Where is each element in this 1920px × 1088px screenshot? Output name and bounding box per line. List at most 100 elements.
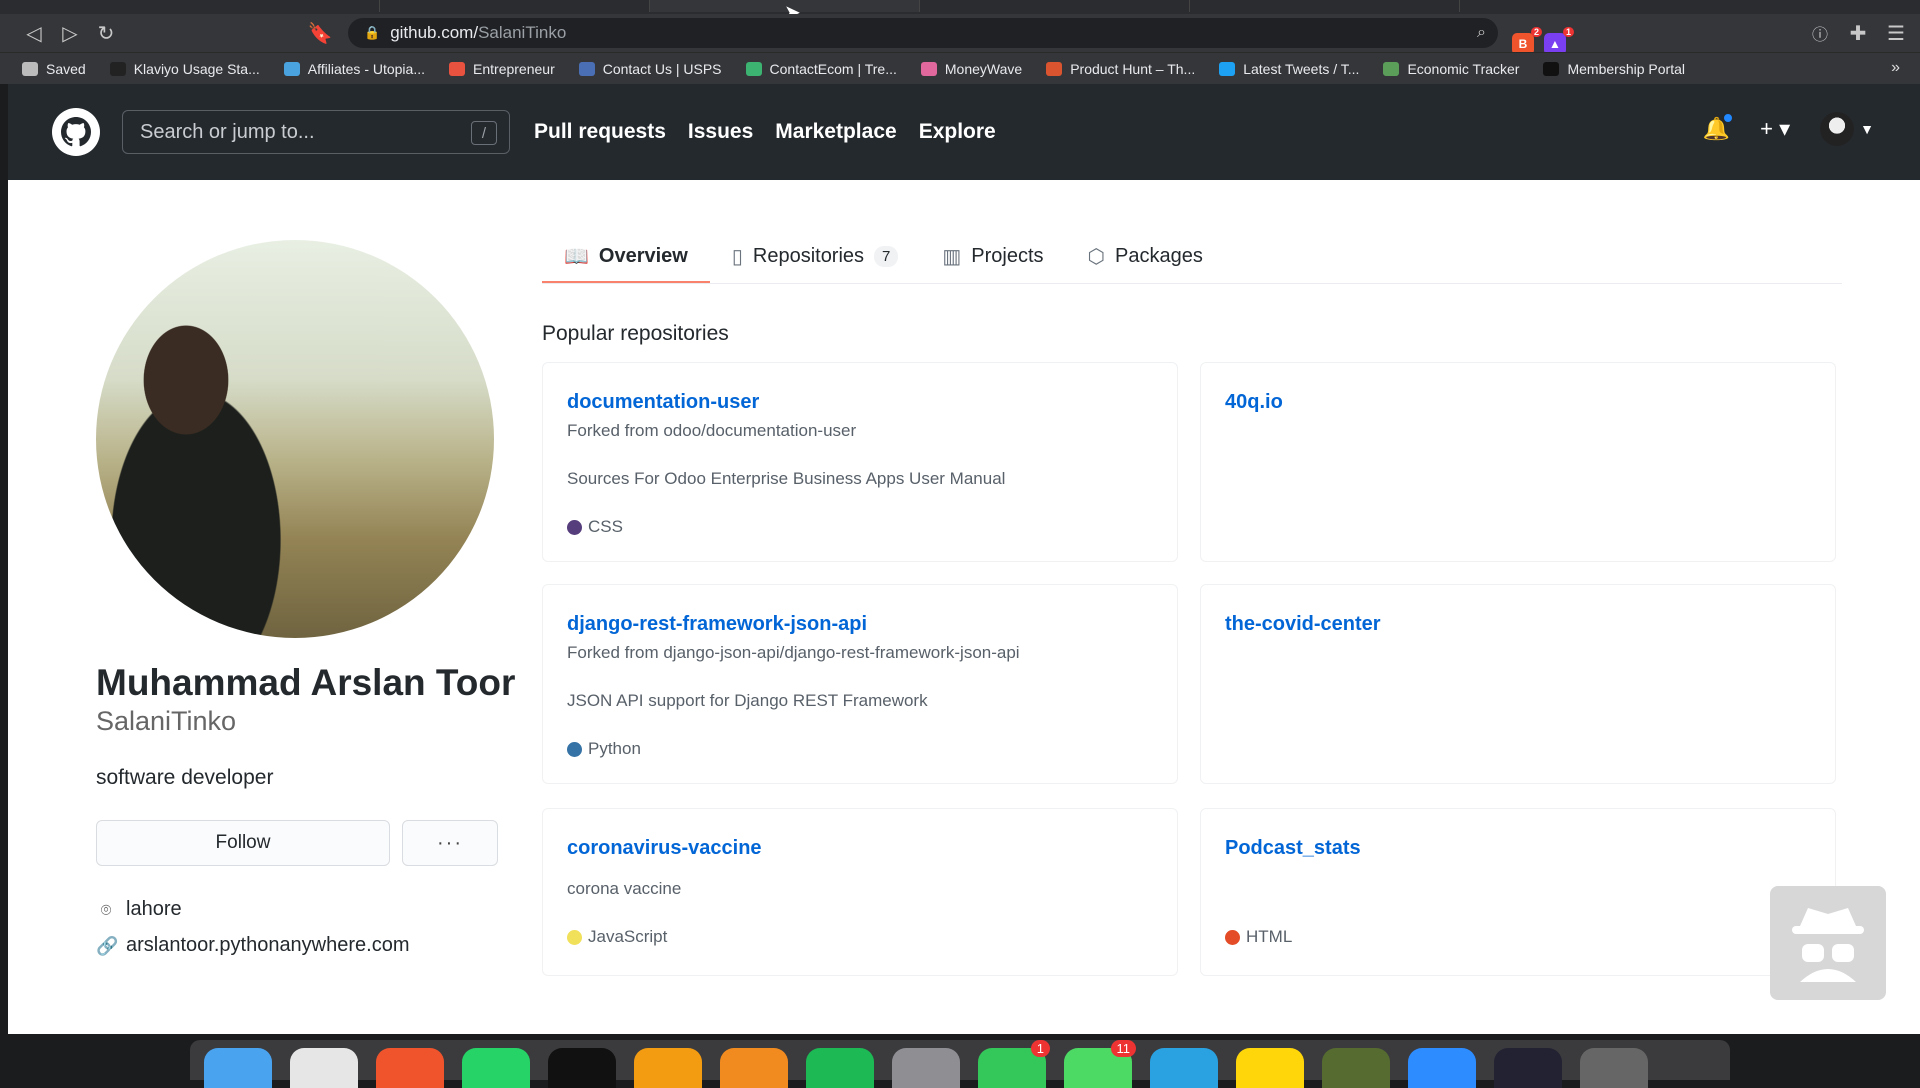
bookmark-label: Entrepreneur [473,60,555,77]
website-link[interactable]: arslantoor.pythonanywhere.com [126,934,410,957]
zoom-icon[interactable]: ⌕ [1477,24,1486,42]
finder-icon[interactable] [204,1048,272,1088]
back-icon[interactable]: ◁ [16,21,52,46]
language-color-dot [567,929,582,945]
location-text: lahore [126,898,182,920]
terminal-icon[interactable] [548,1048,616,1088]
bookmark-item[interactable]: Contact Us | USPS [578,61,722,77]
whatsapp-business-icon[interactable]: 11 [1064,1040,1136,1088]
vlc-icon[interactable] [720,1048,788,1088]
nav-explore[interactable]: Explore [919,120,996,144]
language-name: JavaScript [588,927,668,946]
bookmark-item[interactable]: Economic Tracker [1383,61,1519,77]
messages-icon[interactable]: 1 [978,1040,1050,1088]
bookmark-item[interactable]: Saved [22,61,86,77]
nav-marketplace[interactable]: Marketplace [775,120,896,144]
whatsapp-icon[interactable] [462,1048,530,1088]
nav-issues[interactable]: Issues [688,120,753,144]
trash-icon[interactable] [1580,1048,1648,1088]
repo-language: CSS [567,517,623,537]
bookmark-item[interactable]: Latest Tweets / T... [1219,61,1359,77]
browser-tab[interactable] [0,0,380,12]
notifications-bell-icon[interactable]: 🔔 [1703,112,1735,142]
url-path: SalaniTinko [478,23,567,42]
profile-tabs: 📖 Overview ▯ Repositories 7 ▥ Projects ⬡ Pack… [542,228,1225,284]
profile-website[interactable]: 🔗 arslantoor.pythonanywhere.com [96,934,410,957]
repo-name-link[interactable]: django-rest-framework-json-api [567,613,867,636]
language-color-dot [1225,929,1240,945]
telegram-icon[interactable] [1150,1048,1218,1088]
profile-page: Muhammad Arslan Toor SalaniTinko softwar… [8,180,1920,1034]
bookmarks-overflow-icon[interactable]: » [1891,59,1900,77]
repo-name-link[interactable]: coronavirus-vaccine [567,837,762,860]
bookmark-favicon-icon [1543,61,1560,76]
more-options-button[interactable]: ··· [402,820,498,866]
browser-tab[interactable] [380,0,650,12]
repo-name-link[interactable]: documentation-user [567,391,759,414]
zoom-icon[interactable] [1408,1048,1476,1088]
bookmark-favicon-icon [283,61,300,76]
tab-overview[interactable]: 📖 Overview [542,228,710,284]
repo-count-badge: 7 [874,245,899,267]
sublime-text-icon[interactable] [634,1048,702,1088]
package-icon: ⬡ [1087,245,1106,268]
photos-app-icon[interactable] [1322,1048,1390,1088]
search-placeholder: Search or jump to... [140,120,315,143]
address-bar-row: ◁ ▷ ↻ 🔖 🔒 github.com/SalaniTinko ⌕ B2 ▲ 1… [0,14,1920,55]
browser-menu-icon[interactable]: ☰ [1878,21,1914,46]
header-nav: Pull requests Issues Marketplace Explore [534,84,996,180]
extensions-puzzle-icon[interactable]: ✚ [1840,21,1876,46]
rewards-count: 1 [1562,27,1574,37]
repo-card: Podcast_stats HTML [1200,808,1836,976]
user-menu[interactable]: ▼ [1820,112,1874,146]
chrome-icon[interactable] [290,1048,358,1088]
tab-label: Packages [1115,244,1203,267]
bookmark-item[interactable]: Product Hunt – Th... [1046,61,1195,77]
repo-name-link[interactable]: Podcast_stats [1225,837,1361,860]
bookmark-item[interactable]: Entrepreneur [449,61,555,77]
bookmark-item[interactable]: ContactEcom | Tre... [745,61,897,77]
screenshot-icon[interactable] [1494,1048,1562,1088]
link-icon: 🔗 [96,935,119,956]
reload-icon[interactable]: ↻ [88,21,124,46]
bookmark-icon[interactable]: 🔖 [302,21,338,46]
repo-name-link[interactable]: the-covid-center [1225,613,1381,636]
bookmark-item[interactable]: Klaviyo Usage Sta... [109,60,260,77]
repo-language: JavaScript [567,927,667,947]
search-input[interactable]: Search or jump to... / [122,110,510,154]
repo-name-link[interactable]: 40q.io [1225,391,1283,414]
browser-tab[interactable] [1190,0,1460,12]
bookmark-label: Klaviyo Usage Sta... [133,60,260,77]
incognito-spy-icon[interactable] [1770,886,1886,1000]
spotify-icon[interactable] [806,1048,874,1088]
language-color-dot [567,741,582,757]
repo-forked-from: Forked from django-json-api/django-rest-… [567,643,1020,662]
brave-icon[interactable] [376,1048,444,1088]
avatar [1820,112,1855,146]
book-icon: 📖 [564,245,589,268]
url-field[interactable]: 🔒 github.com/SalaniTinko ⌕ [348,18,1498,48]
info-icon[interactable]: ⓘ [1802,21,1838,45]
whatsapp-badge: 11 [1110,1040,1136,1057]
create-new-plus-icon[interactable]: + ▾ [1760,116,1790,142]
url-host: github.com/ [390,23,479,42]
header-actions: 🔔 + ▾ ▼ [1703,112,1874,146]
tab-projects[interactable]: ▥ Projects [920,228,1065,284]
bookmark-favicon-icon [1383,61,1400,76]
repo-description: Sources For Odoo Enterprise Business App… [567,469,1006,488]
bookmark-item[interactable]: Affiliates - Utopia... [283,61,425,77]
language-color-dot [567,519,582,535]
bookmark-item[interactable]: Membership Portal [1543,61,1685,77]
nav-pull-requests[interactable]: Pull requests [534,120,666,144]
browser-tab[interactable] [920,0,1190,12]
profile-bio: software developer [96,766,274,789]
tab-repositories[interactable]: ▯ Repositories 7 [710,228,921,284]
tab-packages[interactable]: ⬡ Packages [1066,228,1225,284]
notes-icon[interactable] [1236,1048,1304,1088]
bookmark-favicon-icon [1046,61,1063,76]
github-logo-icon[interactable] [52,108,100,156]
follow-button[interactable]: Follow [96,820,390,866]
system-preferences-icon[interactable] [892,1048,960,1088]
forward-icon[interactable]: ▷ [52,21,88,46]
bookmark-item[interactable]: MoneyWave [920,61,1022,77]
